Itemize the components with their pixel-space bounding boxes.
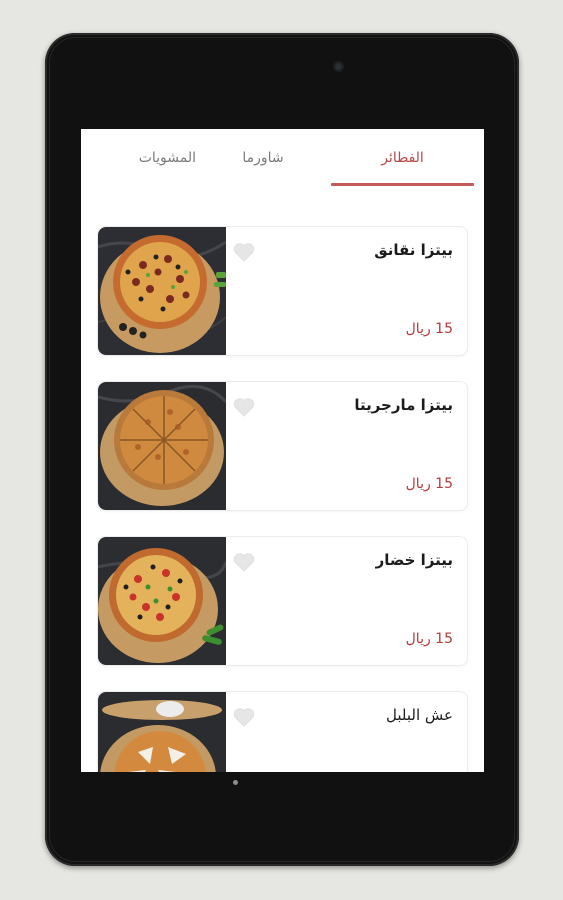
front-camera: [333, 61, 344, 72]
menu-item-name: بيتزا نقانق: [374, 241, 453, 259]
category-tabs: الفطائر شاورما المشويات: [81, 129, 484, 186]
tab-grills[interactable]: المشويات: [86, 129, 196, 186]
menu-item-card[interactable]: عش البلبل: [97, 691, 468, 772]
heart-outline-icon[interactable]: [232, 396, 256, 418]
heart-outline-icon[interactable]: [232, 551, 256, 573]
menu-item-name: بيتزا مارجريتا: [354, 396, 453, 414]
menu-item-price: 15 ريال: [405, 321, 453, 337]
app-screen: الفطائر شاورما المشويات بيتزا نقانق 15 ر…: [81, 129, 484, 772]
menu-item-price: 15 ريال: [405, 476, 453, 492]
pizza-image: [98, 382, 226, 510]
tablet-home-indicator: [233, 780, 238, 785]
menu-item-name: عش البلبل: [386, 706, 453, 724]
menu-list: بيتزا نقانق 15 ريال بيتزا مارجريتا 15 ري…: [81, 186, 484, 772]
tab-shawarma-label: شاورما: [242, 149, 284, 166]
menu-item-name: بيتزا خضار: [375, 551, 453, 569]
tab-shawarma[interactable]: شاورما: [208, 129, 318, 186]
pizza-image: [98, 692, 226, 772]
menu-item-card[interactable]: بيتزا خضار 15 ريال: [97, 536, 468, 666]
tab-pies-label: الفطائر: [381, 149, 424, 166]
pizza-image: [98, 227, 226, 355]
heart-outline-icon[interactable]: [232, 706, 256, 728]
menu-item-price: 15 ريال: [405, 631, 453, 647]
heart-outline-icon[interactable]: [232, 241, 256, 263]
menu-item-card[interactable]: بيتزا نقانق 15 ريال: [97, 226, 468, 356]
pizza-image: [98, 537, 226, 665]
menu-item-card[interactable]: بيتزا مارجريتا 15 ريال: [97, 381, 468, 511]
tab-grills-label: المشويات: [138, 149, 196, 166]
tab-pies[interactable]: الفطائر: [331, 129, 474, 186]
